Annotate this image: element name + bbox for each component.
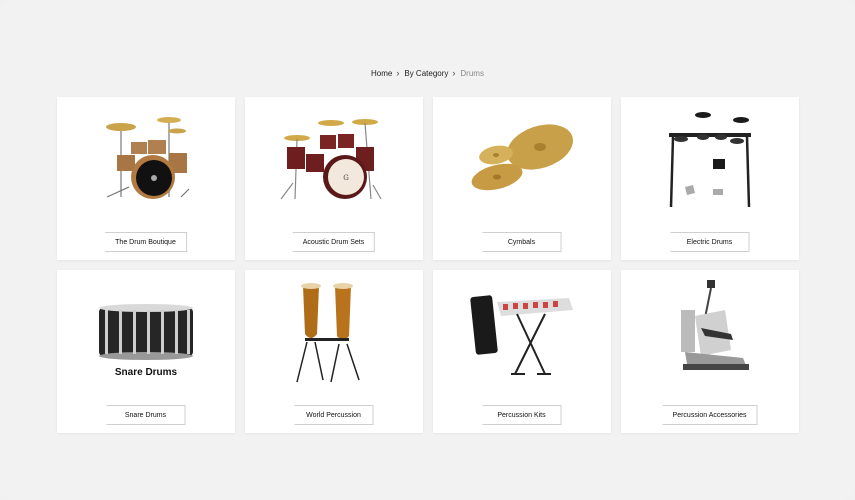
category-card-electric-drums[interactable]: Electric Drums — [621, 97, 799, 260]
category-card-acoustic-drum-sets[interactable]: G Acoustic Drum Sets — [245, 97, 423, 260]
breadcrumb: Home › By Category › Drums — [0, 68, 855, 78]
drum-pedal-icon — [621, 270, 799, 392]
category-card-drum-boutique[interactable]: The Drum Boutique — [57, 97, 235, 260]
acoustic-drum-set-icon: G — [245, 97, 423, 219]
category-card-snare-drums[interactable]: Snare Drums Snare Drums — [57, 270, 235, 433]
image-caption: Snare Drums — [114, 367, 178, 378]
category-card-world-percussion[interactable]: World Percussion — [245, 270, 423, 433]
category-card-percussion-accessories[interactable]: Percussion Accessories — [621, 270, 799, 433]
category-grid: The Drum Boutique G Acoustic Drum Sets C… — [57, 97, 799, 433]
category-label[interactable]: Percussion Accessories — [662, 405, 758, 425]
category-card-cymbals[interactable]: Cymbals — [433, 97, 611, 260]
category-label[interactable]: Snare Drums — [106, 405, 186, 425]
page-background: Home › By Category › Drums The Drum Bout… — [0, 0, 855, 500]
category-label[interactable]: Percussion Kits — [482, 405, 562, 425]
category-label[interactable]: Electric Drums — [670, 232, 750, 252]
cymbals-icon — [433, 97, 611, 219]
svg-text:G: G — [343, 174, 349, 182]
breadcrumb-current: Drums — [460, 68, 484, 78]
percussion-kit-icon — [433, 270, 611, 392]
conga-drums-icon — [245, 270, 423, 392]
category-label[interactable]: The Drum Boutique — [105, 232, 187, 252]
chevron-right-icon: › — [396, 68, 400, 78]
category-label[interactable]: Acoustic Drum Sets — [292, 232, 376, 252]
snare-drum-icon: Snare Drums — [57, 270, 235, 392]
breadcrumb-home[interactable]: Home — [371, 69, 392, 78]
category-card-percussion-kits[interactable]: Percussion Kits — [433, 270, 611, 433]
electric-drums-icon — [621, 97, 799, 219]
chevron-right-icon: › — [452, 68, 456, 78]
drum-kit-icon — [57, 97, 235, 219]
category-label[interactable]: World Percussion — [294, 405, 374, 425]
category-label[interactable]: Cymbals — [482, 232, 562, 252]
breadcrumb-by-category[interactable]: By Category — [404, 69, 448, 78]
